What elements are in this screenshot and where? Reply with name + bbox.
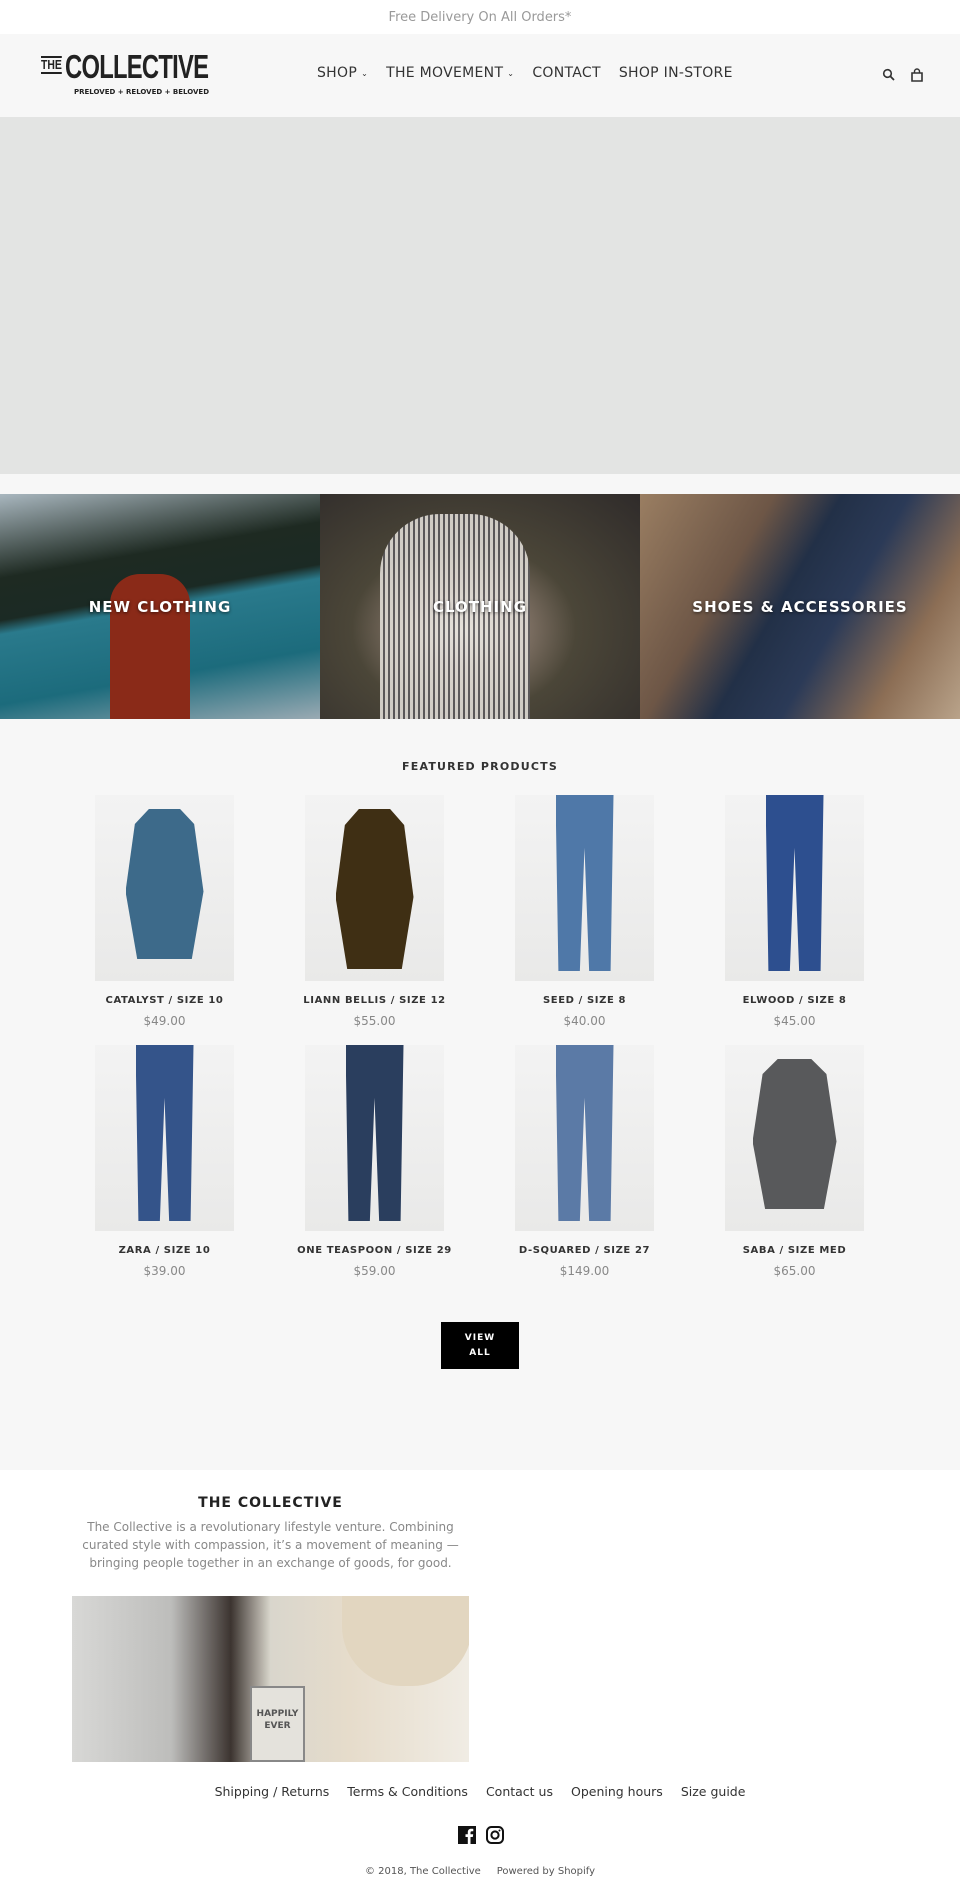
product-title[interactable]: ELWOOD / SIZE 8 (685, 995, 904, 1006)
product-card[interactable]: SEED / SIZE 8 $40.00 (515, 795, 654, 1028)
nav-label: SHOP (317, 65, 358, 81)
facebook-icon[interactable] (458, 1826, 476, 1844)
nav-contact[interactable]: CONTACT (532, 65, 601, 81)
copyright-text: © 2018, The Collective (364, 1866, 481, 1877)
product-image[interactable] (305, 795, 444, 981)
nav-label: SHOP IN-STORE (618, 65, 733, 81)
product-image[interactable] (515, 1045, 654, 1231)
collection-label: NEW CLOTHING (88, 597, 232, 616)
powered-by-link[interactable]: Powered by Shopify (497, 1866, 595, 1877)
copyright: © 2018, The Collective Powered by Shopif… (0, 1866, 960, 1877)
collection-image (380, 514, 530, 719)
social-links (458, 1826, 504, 1844)
product-price: $65.00 (773, 1264, 816, 1278)
collection-shoes-accessories[interactable]: SHOES & ACCESSORIES (640, 494, 960, 719)
footer-links: Shipping / Returns Terms & Conditions Co… (0, 1784, 960, 1799)
footer-text: The Collective is a revolutionary lifest… (82, 1520, 459, 1570)
footer-link-hours[interactable]: Opening hours (571, 1784, 663, 1799)
announcement-text: Free Delivery On All Orders* (388, 9, 572, 25)
product-price: $45.00 (773, 1014, 816, 1028)
footer-link-terms[interactable]: Terms & Conditions (347, 1784, 468, 1799)
nav-label: CONTACT (532, 65, 601, 81)
product-title[interactable]: LIANN BELLIS / SIZE 12 (265, 995, 484, 1006)
cart-icon[interactable] (910, 67, 926, 83)
product-image[interactable] (95, 1045, 234, 1231)
hero-banner (0, 117, 960, 474)
footer-title: THE COLLECTIVE (198, 1495, 343, 1511)
product-card[interactable]: ELWOOD / SIZE 8 $45.00 (725, 795, 864, 1028)
product-title[interactable]: SEED / SIZE 8 (475, 995, 694, 1006)
product-title[interactable]: ONE TEASPOON / SIZE 29 (265, 1245, 484, 1256)
nav-label: THE MOVEMENT (386, 65, 504, 81)
main-nav: SHOP ⌄ THE MOVEMENT ⌄ CONTACT SHOP IN-STOR… (317, 65, 733, 81)
collection-clothing[interactable]: CLOTHING (320, 494, 640, 719)
product-title[interactable]: SABA / SIZE MED (685, 1245, 904, 1256)
product-card[interactable]: SABA / SIZE MED $65.00 (725, 1045, 864, 1278)
site-header: THE COLLECTIVE PRELOVED + RELOVED + BELO… (0, 34, 960, 117)
product-price: $59.00 (353, 1264, 396, 1278)
product-price: $49.00 (143, 1014, 186, 1028)
instagram-icon[interactable] (486, 1826, 504, 1844)
nav-shop[interactable]: SHOP ⌄ (317, 65, 368, 81)
collection-list: NEW CLOTHING CLOTHING SHOES & ACCESSORIE… (0, 494, 960, 719)
sign: HAPPILY EVER (250, 1686, 305, 1762)
product-card[interactable]: CATALYST / SIZE 10 $49.00 (95, 795, 234, 1028)
product-price: $40.00 (563, 1014, 606, 1028)
logo-the: THE (41, 56, 62, 74)
footer-link-shipping[interactable]: Shipping / Returns (215, 1784, 330, 1799)
nav-the-movement[interactable]: THE MOVEMENT ⌄ (386, 65, 514, 81)
logo-tagline: PRELOVED + RELOVED + BELOVED (74, 88, 210, 96)
featured-title: FEATURED PRODUCTS (402, 760, 558, 773)
logo-name: COLLECTIVE (65, 48, 209, 85)
product-image[interactable] (725, 795, 864, 981)
product-price: $39.00 (143, 1264, 186, 1278)
product-title[interactable]: ZARA / SIZE 10 (55, 1245, 274, 1256)
product-card[interactable]: ONE TEASPOON / SIZE 29 $59.00 (297, 1045, 451, 1278)
product-title[interactable]: D-SQUARED / SIZE 27 (475, 1245, 694, 1256)
product-card[interactable]: ZARA / SIZE 10 $39.00 (95, 1045, 234, 1278)
collection-label: CLOTHING (432, 597, 527, 616)
product-title[interactable]: CATALYST / SIZE 10 (55, 995, 274, 1006)
hat (342, 1596, 469, 1686)
footer-link-contact[interactable]: Contact us (486, 1784, 553, 1799)
product-card[interactable]: D-SQUARED / SIZE 27 $149.00 (515, 1045, 654, 1278)
footer-image: HAPPILY EVER (72, 1596, 469, 1762)
product-image[interactable] (515, 795, 654, 981)
product-price: $55.00 (353, 1014, 396, 1028)
search-icon[interactable] (882, 67, 898, 83)
logo[interactable]: THE COLLECTIVE PRELOVED + RELOVED + BELO… (41, 50, 209, 98)
product-image[interactable] (95, 795, 234, 981)
chevron-down-icon: ⌄ (361, 68, 369, 78)
product-card[interactable]: LIANN BELLIS / SIZE 12 $55.00 (303, 795, 445, 1028)
product-image[interactable] (725, 1045, 864, 1231)
announcement-bar: Free Delivery On All Orders* (0, 0, 960, 34)
nav-shop-in-store[interactable]: SHOP IN-STORE (619, 65, 733, 81)
product-image[interactable] (305, 1045, 444, 1231)
chevron-down-icon: ⌄ (507, 68, 515, 78)
collection-new-clothing[interactable]: NEW CLOTHING (0, 494, 320, 719)
view-all-button[interactable]: VIEW ALL (441, 1322, 519, 1369)
footer-link-size-guide[interactable]: Size guide (681, 1784, 746, 1799)
product-price: $149.00 (559, 1264, 610, 1278)
collection-label: SHOES & ACCESSORIES (692, 597, 908, 616)
collection-image (110, 574, 190, 719)
